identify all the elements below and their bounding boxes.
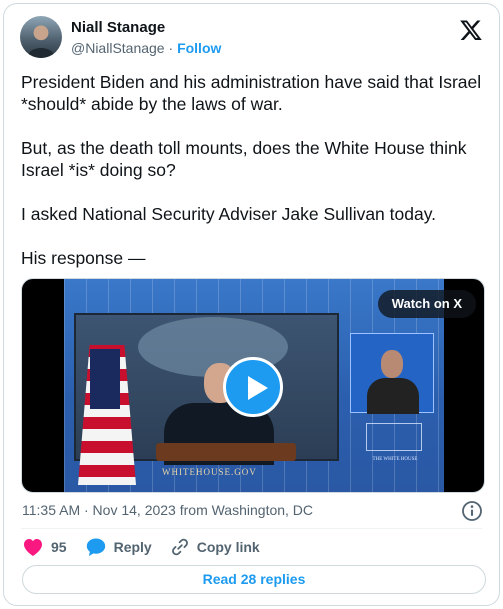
tweet-header: Niall Stanage @NiallStanage · Follow: [20, 15, 485, 63]
heart-icon: [24, 539, 42, 556]
handle-separator: ·: [168, 40, 174, 56]
author-handle-row: @NiallStanage · Follow: [71, 40, 221, 56]
like-count: 95: [51, 539, 67, 555]
lectern: [156, 443, 296, 461]
reply-label: Reply: [113, 539, 152, 555]
white-house-logo: [366, 423, 422, 451]
tweet-paragraph: His response —: [21, 248, 146, 268]
link-icon: [171, 538, 188, 556]
tweet-paragraph: I asked National Security Adviser Jake S…: [21, 204, 437, 224]
action-bar: 95 Reply Copy link: [22, 536, 260, 558]
white-house-logo-text: THE WHITE HOUSE: [372, 457, 418, 462]
read-replies-button[interactable]: Read 28 replies: [22, 565, 486, 594]
reply-bubble-icon: [86, 538, 105, 556]
divider: [21, 528, 482, 529]
x-logo-icon[interactable]: [459, 18, 483, 42]
sign-language-interpreter: [350, 333, 434, 414]
reply-button[interactable]: Reply: [85, 537, 152, 557]
follow-button[interactable]: Follow: [177, 40, 221, 56]
tweet-card: Niall Stanage @NiallStanage · Follow Pre…: [3, 3, 500, 606]
tweet-text: President Biden and his administration h…: [21, 71, 491, 291]
video-player[interactable]: WHITEHOUSE.GOV THE WHITE HOUSE Watch on …: [21, 278, 485, 493]
copy-link-button[interactable]: Copy link: [170, 537, 260, 557]
like-button[interactable]: 95: [22, 537, 67, 557]
whitehouse-gov-caption: WHITEHOUSE.GOV: [162, 467, 257, 477]
tweet-paragraph: President Biden and his administration h…: [21, 72, 482, 114]
watch-on-x-button[interactable]: Watch on X: [377, 290, 476, 318]
tweet-timestamp[interactable]: 11:35 AM · Nov 14, 2023 from Washington,…: [22, 502, 313, 518]
author-avatar[interactable]: [20, 16, 62, 58]
play-button[interactable]: [223, 357, 283, 417]
briefing-room-backdrop: [74, 313, 339, 485]
copy-link-label: Copy link: [196, 539, 260, 555]
tweet-paragraph: But, as the death toll mounts, does the …: [21, 138, 467, 180]
author-display-name[interactable]: Niall Stanage: [71, 19, 165, 36]
author-handle[interactable]: @NiallStanage: [71, 40, 165, 56]
info-icon[interactable]: [461, 500, 483, 522]
